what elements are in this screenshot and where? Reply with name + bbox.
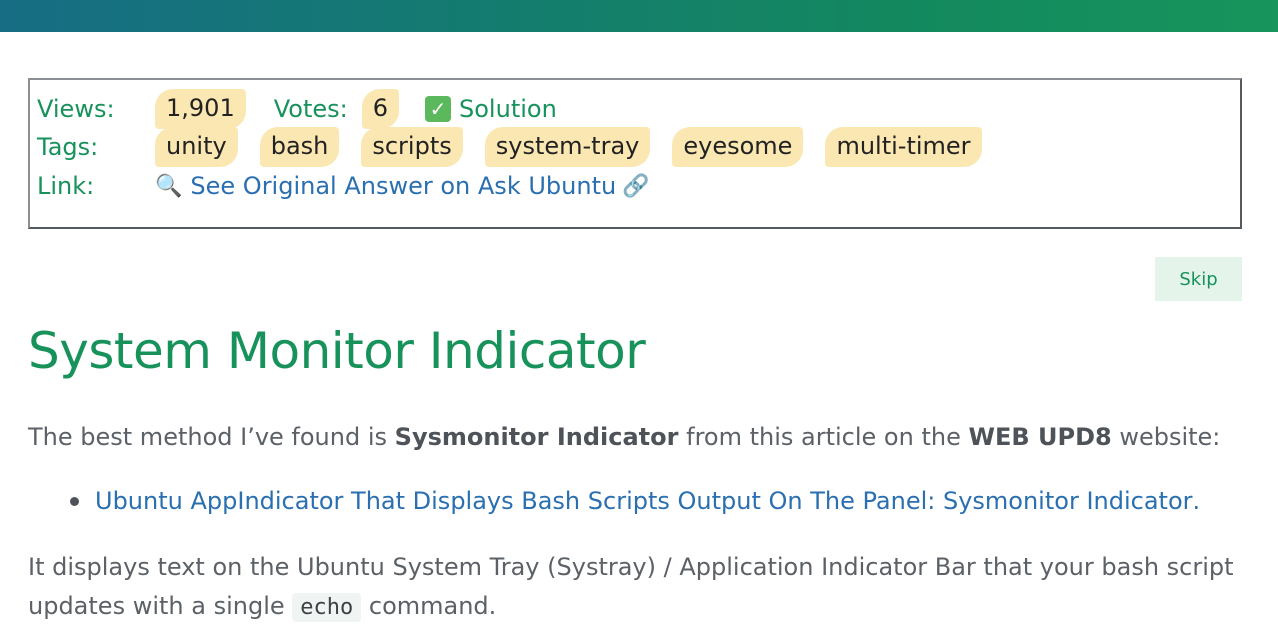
skip-button[interactable]: Skip <box>1155 257 1242 301</box>
intro-text-1: The best method I’ve found is <box>28 423 395 451</box>
list-item: Ubuntu AppIndicator That Displays Bash S… <box>70 484 1200 518</box>
tag-system-tray[interactable]: system-tray <box>484 127 651 167</box>
tags-row: Tags: unity bash scripts system-tray eye… <box>37 127 1004 167</box>
article-link[interactable]: Ubuntu AppIndicator That Displays Bash S… <box>95 484 1193 518</box>
chain-link-icon: 🔗 <box>622 173 650 199</box>
intro-paragraph: The best method I’ve found is Sysmonitor… <box>28 420 1220 454</box>
votes-count: 6 <box>361 89 400 129</box>
bullet-dot <box>70 496 79 506</box>
tag-bash[interactable]: bash <box>259 127 340 167</box>
link-label: Link: <box>37 172 95 200</box>
original-answer-link[interactable]: See Original Answer on Ask Ubuntu <box>190 172 616 200</box>
views-count: 1,901 <box>155 89 246 129</box>
description-text-2: command. <box>361 592 497 620</box>
tags-label: Tags: <box>37 133 99 161</box>
check-mark-icon: ✓ <box>425 96 452 122</box>
magnifier-icon: 🔍 <box>155 173 183 199</box>
article-title: System Monitor Indicator <box>28 322 646 380</box>
intro-bold-webupd8: WEB UPD8 <box>968 423 1112 451</box>
answer-info-box: Views: 1,901 Votes: 6 ✓ Solution Tags: u… <box>28 78 1242 229</box>
tag-eyesome[interactable]: eyesome <box>672 127 804 167</box>
tag-scripts[interactable]: scripts <box>361 127 463 167</box>
top-header-bar <box>0 0 1278 32</box>
tag-unity[interactable]: unity <box>155 127 238 167</box>
votes-label: Votes: <box>273 95 348 123</box>
bullet-period: . <box>1192 487 1201 515</box>
solution-label: Solution <box>459 95 557 123</box>
tag-multi-timer[interactable]: multi-timer <box>825 127 982 167</box>
intro-bold-sysmonitor: Sysmonitor Indicator <box>394 423 679 451</box>
description-paragraph: It displays text on the Ubuntu System Tr… <box>28 548 1248 627</box>
views-label: Views: <box>37 95 115 123</box>
intro-text-2: from this article on the <box>678 423 969 451</box>
echo-code: echo <box>292 593 362 622</box>
views-votes-row: Views: 1,901 Votes: 6 ✓ Solution <box>37 89 557 129</box>
link-row: Link: 🔍 See Original Answer on Ask Ubunt… <box>37 167 650 205</box>
description-text-1: It displays text on the Ubuntu System Tr… <box>28 553 1234 620</box>
intro-text-3: website: <box>1111 423 1221 451</box>
